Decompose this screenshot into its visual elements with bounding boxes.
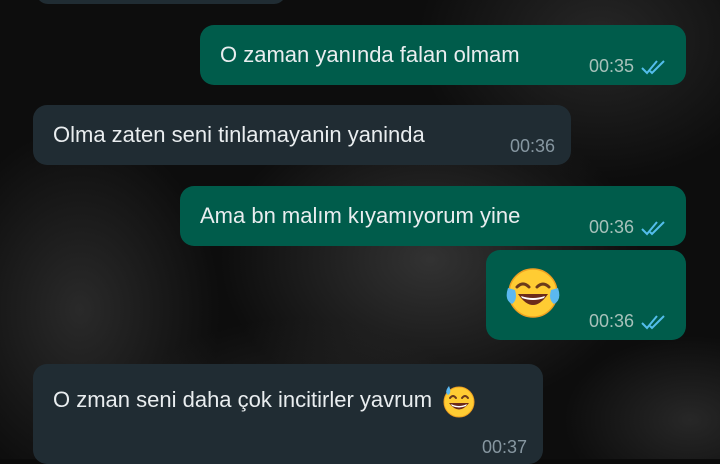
message-bubble-incoming[interactable]: O zman seni daha çok incitirler yavrum 0… (33, 364, 543, 464)
message-text: Olma zaten seni tinlamayanin yaninda (53, 122, 425, 147)
message-bubble-incoming[interactable]: Olma zaten seni tinlamayanin yaninda 00:… (33, 105, 571, 165)
message-meta: 00:37 (482, 437, 527, 458)
message-bubble-outgoing[interactable]: Ama bn malım kıyamıyorum yine 00:36 (180, 186, 686, 246)
message-meta: 00:36 (589, 311, 668, 332)
message-time: 00:36 (509, 136, 555, 156)
double-check-read-icon (641, 314, 665, 329)
message-text: O zaman yanında falan olmam (220, 42, 520, 67)
message-meta: 00:36 (510, 136, 555, 157)
message-text: O zman seni daha çok incitirler yavrum (53, 384, 476, 418)
message-time: 00:36 (588, 217, 634, 237)
double-check-read-icon (641, 59, 665, 74)
face-with-tears-of-joy-icon (506, 268, 560, 318)
message-bubble-outgoing[interactable]: 00:36 (486, 250, 686, 340)
message-text-content: O zman seni daha çok incitirler yavrum (53, 386, 433, 412)
message-text: Ama bn malım kıyamıyorum yine (200, 203, 521, 228)
previous-message-bubble[interactable] (36, 0, 286, 4)
message-time: 00:36 (588, 311, 634, 331)
double-check-read-icon (641, 220, 665, 235)
message-bubble-outgoing[interactable]: O zaman yanında falan olmam 00:35 (200, 25, 686, 85)
message-time: 00:37 (481, 437, 527, 457)
message-meta: 00:36 (589, 217, 668, 238)
message-time: 00:35 (588, 56, 634, 76)
message-meta: 00:35 (589, 56, 668, 77)
grinning-face-with-sweat-icon (443, 386, 475, 418)
